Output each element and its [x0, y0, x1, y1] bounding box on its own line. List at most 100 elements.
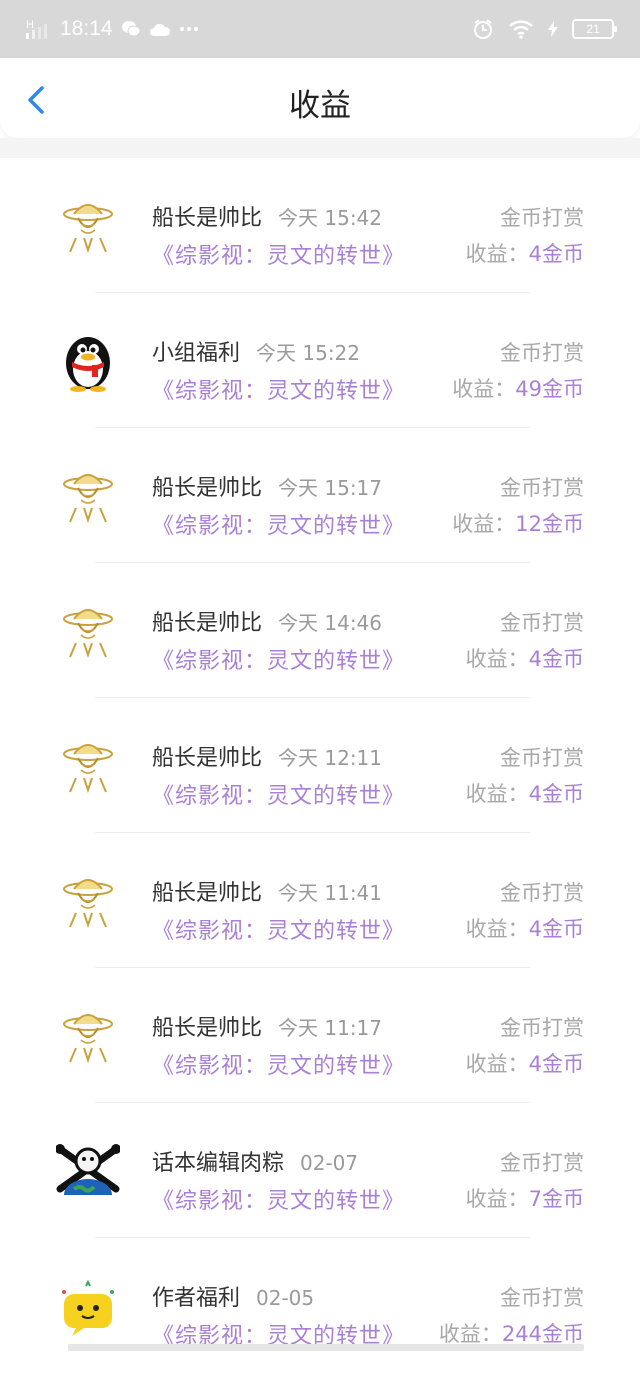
page-title: 收益: [289, 88, 351, 124]
earnings: 收益：49金币: [452, 373, 584, 403]
item-time: 今天 15:42: [278, 206, 383, 230]
item-time: 02-07: [300, 1151, 359, 1175]
sender-name-text: 船长是帅比: [152, 746, 263, 771]
item-time: 今天 15:17: [278, 476, 383, 500]
straw-hat-avatar: [63, 879, 113, 929]
list-item[interactable]: 船长是帅比 今天 11:17 金币打赏 《综影视：灵文的转世》 收益：4金币: [0, 968, 640, 1103]
sender-name-text: 船长是帅比: [152, 206, 263, 231]
sender-name: 船长是帅比 今天 14:46: [152, 605, 382, 637]
earnings-value: 49金币: [515, 377, 584, 401]
earnings: 收益：4金币: [466, 238, 584, 268]
list-item[interactable]: 话本编辑肉粽 02-07 金币打赏 《综影视：灵文的转世》 收益：7金币: [0, 1103, 640, 1238]
earnings: 收益：7金币: [466, 1183, 584, 1213]
earnings: 收益：4金币: [466, 643, 584, 673]
cloud-icon: [149, 23, 170, 36]
wifi-icon: [509, 20, 533, 39]
sender-name: 小组福利 今天 15:22: [152, 335, 360, 367]
list-item[interactable]: 小组福利 今天 15:22 金币打赏 《综影视：灵文的转世》 收益：49金币: [0, 293, 640, 428]
item-time: 02-05: [256, 1286, 315, 1310]
straw-hat-avatar: [63, 609, 113, 659]
sender-name-text: 小组福利: [152, 341, 241, 366]
earnings-label: 收益：: [465, 242, 529, 266]
earnings-list: 船长是帅比 今天 15:42 金币打赏 《综影视：灵文的转世》 收益：4金币 小组…: [0, 158, 640, 1373]
sender-name: 船长是帅比 今天 12:11: [152, 740, 382, 772]
earnings-label: 收益：: [465, 647, 529, 671]
list-item[interactable]: 作者福利 02-05 金币打赏 《综影视：灵文的转世》 收益：244金币: [0, 1238, 640, 1373]
reward-type: 金币打赏: [500, 206, 584, 230]
book-title[interactable]: 《综影视：灵文的转世》: [152, 1183, 405, 1215]
reward-type: 金币打赏: [500, 881, 584, 905]
reward-type: 金币打赏: [500, 1016, 584, 1040]
signal-icon: H: [26, 19, 47, 39]
header: 收益: [0, 58, 640, 138]
earnings: 收益：4金币: [466, 1048, 584, 1078]
sender-name: 作者福利 02-05: [152, 1280, 314, 1312]
earnings-value: 4金币: [528, 647, 584, 671]
bottom-scroll-indicator: [68, 1344, 584, 1351]
wechat-icon: [121, 21, 141, 37]
book-title[interactable]: 《综影视：灵文的转世》: [152, 238, 405, 270]
earnings-value: 4金币: [528, 782, 584, 806]
reward-type: 金币打赏: [500, 611, 584, 635]
sender-name-text: 作者福利: [152, 1286, 241, 1311]
header-gap: [0, 138, 640, 158]
earnings-value: 4金币: [528, 917, 584, 941]
sender-name: 话本编辑肉粽 02-07: [152, 1145, 358, 1177]
earnings-label: 收益：: [465, 917, 529, 941]
earnings-value: 244金币: [501, 1322, 584, 1346]
earnings: 收益：4金币: [466, 778, 584, 808]
straw-hat-avatar: [63, 744, 113, 794]
status-time: 18:14: [60, 17, 113, 40]
straw-hat-avatar: [63, 474, 113, 524]
straw-hat-avatar: [63, 204, 113, 254]
sender-name: 船长是帅比 今天 15:17: [152, 470, 382, 502]
sender-name-text: 话本编辑肉粽: [152, 1151, 285, 1176]
battery-icon: 21: [572, 19, 617, 39]
signal-label: H: [26, 19, 34, 31]
charging-icon: [548, 21, 558, 37]
book-title[interactable]: 《综影视：灵文的转世》: [152, 913, 405, 945]
sender-name-text: 船长是帅比: [152, 611, 263, 636]
reward-type: 金币打赏: [500, 746, 584, 770]
sender-name: 船长是帅比 今天 15:42: [152, 200, 382, 232]
status-left: H 18:14: [26, 12, 199, 46]
reward-type: 金币打赏: [500, 1286, 584, 1310]
book-title[interactable]: 《综影视：灵文的转世》: [152, 373, 405, 405]
earnings-label: 收益：: [465, 1052, 529, 1076]
list-item[interactable]: 船长是帅比 今天 14:46 金币打赏 《综影视：灵文的转世》 收益：4金币: [0, 563, 640, 698]
chat-bubble-avatar: [62, 1279, 114, 1336]
status-bar: H 18:14 21: [0, 0, 640, 58]
book-title[interactable]: 《综影视：灵文的转世》: [152, 778, 405, 810]
straw-hat-avatar: [63, 1014, 113, 1064]
item-time: 今天 11:41: [278, 881, 383, 905]
item-time: 今天 14:46: [278, 611, 383, 635]
earnings-value: 4金币: [528, 242, 584, 266]
earnings: 收益：4金币: [466, 913, 584, 943]
earnings: 收益：12金币: [452, 508, 584, 538]
earnings-value: 7金币: [528, 1187, 584, 1211]
book-title[interactable]: 《综影视：灵文的转世》: [152, 643, 405, 675]
list-item[interactable]: 船长是帅比 今天 15:42 金币打赏 《综影视：灵文的转世》 收益：4金币: [0, 158, 640, 293]
more-icon: [179, 27, 198, 31]
book-title[interactable]: 《综影视：灵文的转世》: [152, 508, 405, 540]
pirate-globe-avatar: [56, 1144, 120, 1195]
penguin-avatar: [66, 337, 110, 392]
list-item[interactable]: 船长是帅比 今天 12:11 金币打赏 《综影视：灵文的转世》 收益：4金币: [0, 698, 640, 833]
earnings-label: 收益：: [465, 1187, 529, 1211]
sender-name: 船长是帅比 今天 11:17: [152, 1010, 382, 1042]
sender-name-text: 船长是帅比: [152, 1016, 263, 1041]
sender-name-text: 船长是帅比: [152, 881, 263, 906]
list-item[interactable]: 船长是帅比 今天 15:17 金币打赏 《综影视：灵文的转世》 收益：12金币: [0, 428, 640, 563]
earnings-label: 收益：: [452, 512, 516, 536]
item-time: 今天 12:11: [278, 746, 383, 770]
item-time: 今天 15:22: [256, 341, 361, 365]
sender-name: 船长是帅比 今天 11:41: [152, 875, 382, 907]
earnings-label: 收益：: [438, 1322, 502, 1346]
book-title[interactable]: 《综影视：灵文的转世》: [152, 1048, 405, 1080]
reward-type: 金币打赏: [500, 476, 584, 500]
item-time: 今天 11:17: [278, 1016, 383, 1040]
earnings-value: 12金币: [515, 512, 584, 536]
earnings-value: 4金币: [528, 1052, 584, 1076]
list-item[interactable]: 船长是帅比 今天 11:41 金币打赏 《综影视：灵文的转世》 收益：4金币: [0, 833, 640, 968]
sender-name-text: 船长是帅比: [152, 476, 263, 501]
